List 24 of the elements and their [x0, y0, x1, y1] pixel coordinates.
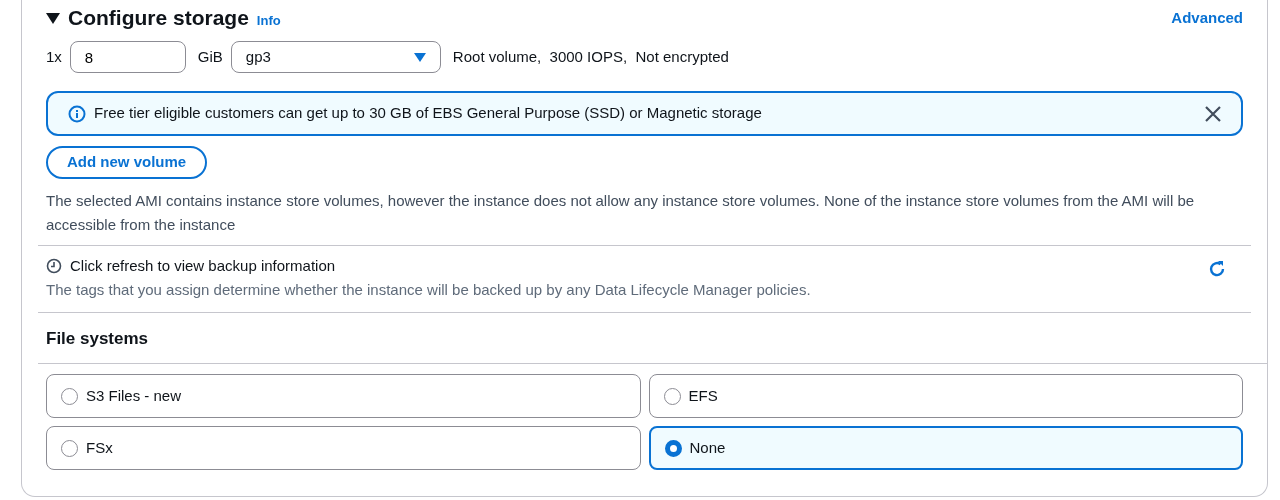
volume-count: 1x	[46, 46, 62, 67]
volume-type-select[interactable]: gp3	[230, 41, 441, 73]
instance-store-notice: The selected AMI contains instance store volumes, however the instance does not allow any instance store volumes. None of the instance store volumes from the AMI will be accessible from the instance	[46, 190, 1196, 235]
expand-triangle-icon[interactable]	[46, 12, 60, 24]
close-button[interactable]	[1205, 105, 1221, 122]
file-system-option[interactable]: EFS	[648, 374, 1243, 418]
size-input[interactable]: 8	[69, 41, 186, 73]
info-link[interactable]: Info	[256, 10, 281, 31]
alert-text: Free tier eligible customers can get up to 30 GB of EBS General Purpose (SSD) or Magnetic storage	[94, 103, 762, 124]
info-icon	[68, 104, 86, 123]
volume-details: Root volume, 3000 IOPS, Not encrypted	[452, 46, 729, 67]
backup-title: Click refresh to view backup information	[70, 255, 336, 276]
add-volume-button[interactable]: Add new volume	[46, 146, 208, 179]
advanced-link[interactable]: Advanced	[1171, 6, 1243, 30]
backup-description: The tags that you assign determine whether the instance will be backed up by any Data Lifecycle Manager policies.	[46, 280, 811, 300]
caret-icon	[413, 52, 426, 62]
size-unit: GiB	[197, 46, 223, 67]
refresh-button[interactable]	[1207, 258, 1227, 279]
section-title: Configure storage	[68, 5, 249, 32]
file-systems-heading: File systems	[46, 327, 150, 350]
clock-icon	[46, 257, 62, 274]
file-system-option[interactable]: FSx	[46, 426, 641, 470]
file-system-option[interactable]: None	[648, 426, 1243, 470]
file-system-option[interactable]: S3 Files - new	[46, 374, 641, 418]
